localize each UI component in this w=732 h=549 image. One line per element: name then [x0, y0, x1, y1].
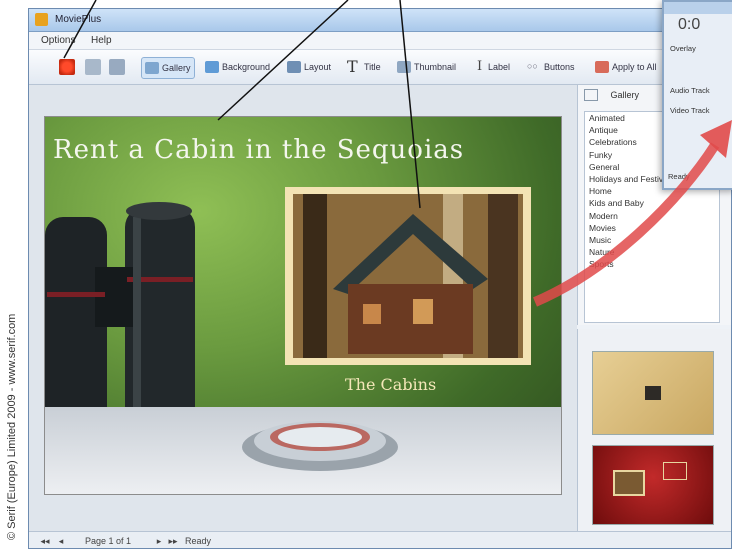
title-button[interactable]: T Title [347, 57, 381, 77]
buttons-button[interactable]: ○○ Buttons [527, 57, 575, 77]
buttons-button-label: Buttons [544, 62, 575, 72]
time-counter: 0:0 [678, 16, 701, 33]
next-page-icon[interactable]: ▸ [153, 536, 165, 546]
thumbnail-photo [645, 386, 661, 400]
gallery-header-label: Gallery [610, 90, 640, 100]
popup-row-overlay[interactable]: Overlay [670, 44, 696, 53]
record-icon[interactable] [59, 59, 75, 75]
copy-icon[interactable] [85, 59, 101, 75]
thumbnail-button-label: Thumbnail [414, 62, 457, 72]
menu-thumbnail-1[interactable] [592, 351, 714, 435]
background-icon [205, 61, 219, 73]
menu-thumbnail-2[interactable] [592, 445, 714, 525]
gallery-button[interactable]: Gallery [141, 57, 195, 79]
apply-to-all-label: Apply to All [612, 62, 657, 72]
label-icon: I [477, 59, 483, 74]
layout-icon [287, 61, 301, 73]
window-title: MoviePlus [55, 14, 102, 25]
apply-icon [595, 61, 609, 73]
workspace: Rent a Cabin in the Sequoias The Cabins [29, 85, 577, 531]
status-text: Ready [185, 536, 212, 546]
title-t-icon: T [347, 57, 358, 76]
layout-button-label: Layout [304, 62, 332, 72]
gallery-item[interactable]: Music [585, 234, 719, 246]
menu-canvas[interactable]: Rent a Cabin in the Sequoias The Cabins [44, 116, 562, 495]
app-window: MoviePlus Options Help Gallery Backgroun… [28, 8, 732, 549]
title-button-label: Title [364, 62, 381, 72]
first-page-icon[interactable]: ◂◂ [39, 536, 51, 546]
toolbar: Gallery Background Layout T Title Thumbn… [29, 50, 731, 85]
menu-caption: The Cabins [345, 375, 437, 394]
menu-headline: Rent a Cabin in the Sequoias [53, 135, 465, 165]
compass-image [242, 421, 398, 471]
menu-options[interactable]: Options [41, 35, 75, 46]
paste-icon[interactable] [109, 59, 125, 75]
label-button[interactable]: I Label [477, 57, 510, 77]
background-button[interactable]: Background [205, 57, 270, 77]
timeline-popup-window: 0:0 Overlay Audio Track Video Track Read… [662, 0, 732, 190]
thumbnail-frame [663, 462, 687, 480]
page-indicator: Page 1 of 1 [85, 536, 132, 546]
copyright-credit: © Serif (Europe) Limited 2009 - www.seri… [2, 240, 24, 540]
popup-row-video[interactable]: Video Track [670, 106, 709, 115]
title-bar: MoviePlus [29, 9, 731, 32]
buttons-icon: ○○ [527, 61, 538, 71]
cabin-illustration [293, 194, 523, 358]
gallery-item[interactable]: Movies [585, 222, 719, 234]
gallery-item[interactable]: Kids and Baby [585, 197, 719, 209]
cabin-photo [293, 194, 523, 358]
popup-status: Ready [668, 172, 690, 181]
gallery-item[interactable]: Nature [585, 246, 719, 258]
prev-page-icon[interactable]: ◂ [55, 536, 67, 546]
menu-bar: Options Help [29, 32, 731, 50]
photo-frame [285, 187, 531, 365]
label-button-label: Label [488, 62, 511, 72]
background-button-label: Background [222, 62, 271, 72]
gallery-button-label: Gallery [162, 63, 191, 73]
copyright-text: © Serif (Europe) Limited 2009 - www.seri… [6, 313, 18, 540]
gallery-item[interactable]: Modern [585, 210, 719, 222]
apply-to-all-button[interactable]: Apply to All [595, 57, 657, 77]
gallery-item[interactable]: Sports [585, 258, 719, 270]
last-page-icon[interactable]: ▸▸ [167, 536, 179, 546]
thumbnail-icon [397, 61, 411, 73]
thumbnail-panel [577, 329, 731, 531]
popup-title-bar [664, 2, 732, 14]
popup-row-audio[interactable]: Audio Track [670, 86, 710, 95]
status-bar: ◂◂ ◂ Page 1 of 1 ▸ ▸▸ Ready [29, 531, 731, 548]
app-icon [35, 13, 48, 26]
gallery-icon [145, 62, 159, 74]
gallery-panel-icon [584, 89, 598, 101]
thumbnail-photo [613, 470, 645, 496]
thumbnail-button[interactable]: Thumbnail [397, 57, 456, 77]
menu-help[interactable]: Help [91, 35, 112, 46]
layout-button[interactable]: Layout [287, 57, 331, 77]
